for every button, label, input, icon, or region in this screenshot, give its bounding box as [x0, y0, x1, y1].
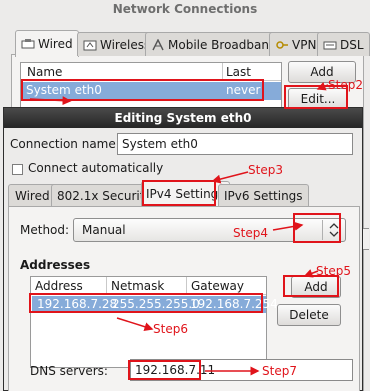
annotation-arrows — [29, 82, 329, 376]
arrow-step3 — [211, 171, 249, 184]
arrow-step6 — [116, 317, 154, 332]
arrow-step2 — [316, 82, 329, 91]
arrow-step5 — [303, 269, 319, 278]
arrow-step4 — [272, 221, 304, 231]
arrow-step1 — [29, 96, 72, 106]
